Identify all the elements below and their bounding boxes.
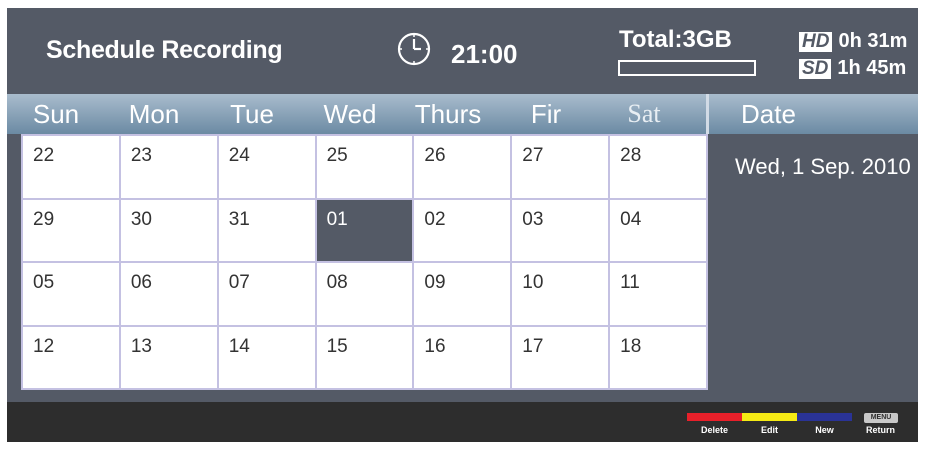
weekday-tue: Tue xyxy=(230,99,274,129)
weekday-thu: Thurs xyxy=(414,99,482,129)
calendar-day[interactable]: 08 xyxy=(316,263,413,325)
clock-icon xyxy=(397,32,431,66)
storage-usage-bar xyxy=(618,60,756,76)
page-title: Schedule Recording xyxy=(46,36,283,64)
calendar-day[interactable]: 22 xyxy=(23,136,119,198)
hd-badge: HD xyxy=(799,32,833,52)
weekday-fri: Fir xyxy=(530,99,562,129)
calendar-day[interactable]: 03 xyxy=(512,199,609,261)
calendar-day[interactable]: 17 xyxy=(512,326,609,388)
sd-badge: SD xyxy=(799,59,832,79)
calendar-day[interactable]: 26 xyxy=(414,136,511,198)
calendar-day[interactable]: 15 xyxy=(316,326,413,388)
selected-date-value: Wed, 1 Sep. 2010 xyxy=(735,154,911,179)
calendar-day[interactable]: 11 xyxy=(610,263,706,325)
hd-remaining: HD 0h 31m xyxy=(799,30,907,53)
calendar-day[interactable]: 12 xyxy=(23,326,119,388)
weekday-header-row: Sun Mon Tue Wed Thurs Fir Sat xyxy=(7,94,706,134)
calendar-day[interactable]: 14 xyxy=(218,326,315,388)
calendar-day[interactable]: 09 xyxy=(414,263,511,325)
calendar-day[interactable]: 07 xyxy=(218,263,315,325)
header: Schedule Recording 21:00 Total:3GB HD 0h … xyxy=(7,8,918,94)
calendar-day[interactable]: 30 xyxy=(120,199,217,261)
calendar-day[interactable]: 23 xyxy=(120,136,217,198)
calendar-day[interactable]: 27 xyxy=(512,136,609,198)
red-key[interactable] xyxy=(687,413,742,421)
calendar-day[interactable]: 16 xyxy=(414,326,511,388)
weekday-sat: Sat xyxy=(627,99,661,128)
schedule-recording-screen: Schedule Recording 21:00 Total:3GB HD 0h … xyxy=(7,8,918,442)
hd-time: 0h 31m xyxy=(838,30,908,52)
weekday-wed: Wed xyxy=(323,99,377,129)
calendar-day-selected[interactable]: 01 xyxy=(316,199,413,261)
total-storage-label: Total:3GB xyxy=(619,26,732,53)
calendar-grid: 22 23 24 25 26 27 28 29 30 31 01 02 03 04 05 06 07 08 09 10… xyxy=(21,134,708,390)
calendar-day[interactable]: 24 xyxy=(218,136,315,198)
sd-time: 1h 45m xyxy=(837,57,907,79)
calendar-day[interactable]: 02 xyxy=(414,199,511,261)
calendar-day[interactable]: 06 xyxy=(120,263,217,325)
calendar-day[interactable]: 18 xyxy=(610,326,706,388)
delete-key-label: Delete xyxy=(700,425,728,435)
calendar-day[interactable]: 05 xyxy=(23,263,119,325)
weekday-mon: Mon xyxy=(128,99,180,129)
sd-remaining: SD 1h 45m xyxy=(799,57,906,80)
yellow-key[interactable] xyxy=(742,413,797,421)
footer-key-bar: Delete Edit New MENU Return xyxy=(7,402,918,442)
return-key-label: Return xyxy=(866,425,895,435)
calendar-day[interactable]: 28 xyxy=(610,136,706,198)
new-key-label: New xyxy=(815,425,834,435)
edit-key-label: Edit xyxy=(761,425,778,435)
clock-time: 21:00 xyxy=(451,39,518,69)
calendar-day[interactable]: 31 xyxy=(218,199,315,261)
calendar-day[interactable]: 13 xyxy=(120,326,217,388)
blue-key[interactable] xyxy=(797,413,852,421)
calendar-day[interactable]: 29 xyxy=(23,199,119,261)
menu-button[interactable]: MENU xyxy=(864,413,898,423)
date-panel-heading: Date xyxy=(706,94,918,134)
calendar-day[interactable]: 10 xyxy=(512,263,609,325)
calendar-day[interactable]: 25 xyxy=(316,136,413,198)
calendar-day[interactable]: 04 xyxy=(610,199,706,261)
weekday-sun: Sun xyxy=(32,99,80,129)
